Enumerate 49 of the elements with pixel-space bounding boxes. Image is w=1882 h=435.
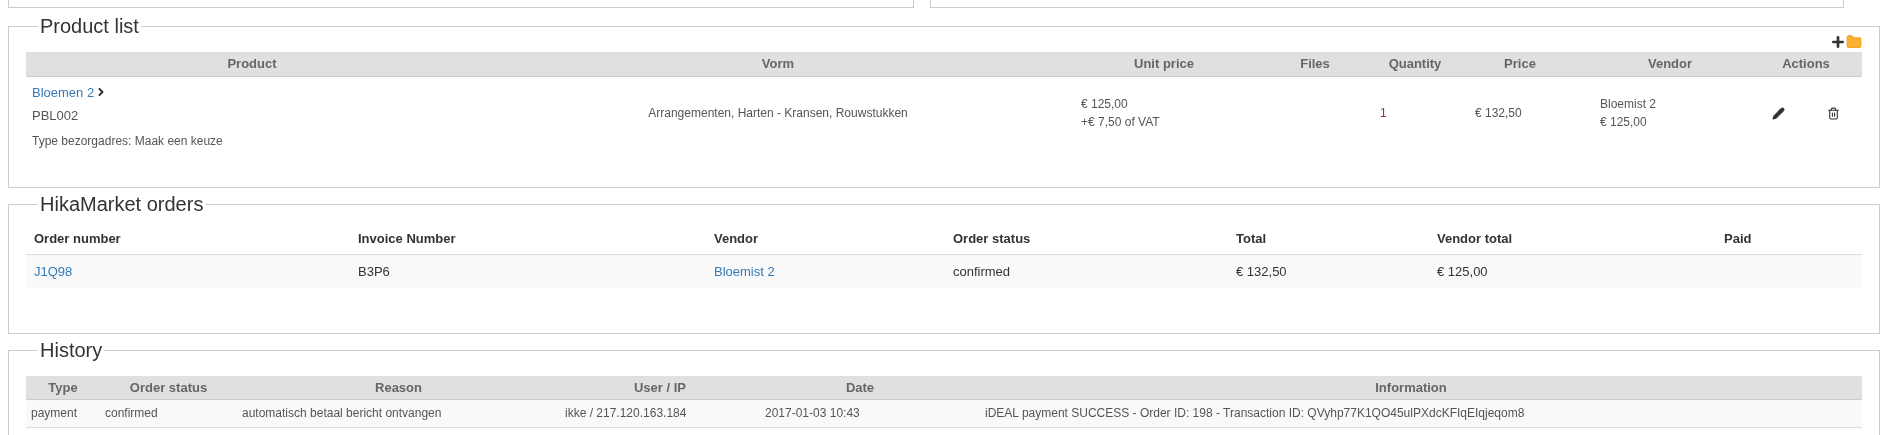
column-header: Reason [237, 376, 560, 399]
column-header: Vendor total [1429, 224, 1716, 254]
table-cell: iDEAL payment SUCCESS - Order ID: 198 - Transaction ID: QVyhp77K1QO45ulPXdcKFIqEIqjeqom8 [985, 406, 1525, 421]
product-code: PBL002 [32, 107, 80, 125]
column-header: Vendor [706, 224, 945, 254]
table-cell: payment [31, 406, 78, 421]
table-cell: confirmed [105, 406, 158, 421]
column-header: Price [1450, 52, 1590, 76]
table-cell: Arrangementen, Harten - Kransen, Rouwstukken [648, 106, 908, 121]
column-header: Total [1228, 224, 1429, 254]
table-cell: automatisch betaal bericht ontvangen [242, 406, 442, 421]
section-title: HikaMarket orders [39, 192, 205, 216]
column-header: Type [26, 376, 100, 399]
column-header: Order number [26, 224, 350, 254]
column-header: Order status [945, 224, 1228, 254]
delivery-type: Type bezorgadres: Maak een keuze [32, 132, 224, 150]
column-header: Files [1250, 52, 1380, 76]
table-cell: € 132,50 [1236, 263, 1287, 279]
column-header: Unit price [1078, 52, 1250, 76]
product-link[interactable]: Bloemen 2 [32, 82, 95, 102]
price: € 132,50 [1475, 106, 1522, 121]
column-header: Paid [1716, 224, 1862, 254]
column-header: Order status [100, 376, 237, 399]
table-cell: ikke / 217.120.163.184 [565, 406, 687, 421]
vat-amount: +€ 7,50 of VAT [1081, 114, 1161, 131]
column-header: Product [26, 52, 478, 76]
edit-icon[interactable] [1772, 106, 1785, 120]
table-cell: € 125,00 [1437, 263, 1488, 279]
quantity: 1 [1380, 106, 1387, 121]
section-title: Product list [39, 14, 140, 38]
column-header: Invoice Number [350, 224, 706, 254]
add-icon[interactable] [1830, 34, 1846, 50]
vendor-link[interactable]: Bloemist 2 [714, 263, 775, 279]
table-cell: 2017-01-03 10:43 [765, 406, 860, 421]
section-title: History [39, 338, 104, 362]
column-header: Vorm [478, 52, 1078, 76]
vendor-price: € 125,00 [1600, 114, 1648, 131]
column-header: Information [960, 376, 1862, 399]
delete-icon[interactable] [1827, 106, 1840, 120]
column-header: Date [760, 376, 960, 399]
table-cell: B3P6 [358, 263, 390, 279]
column-header: Quantity [1380, 52, 1450, 76]
vendor-name: Bloemist 2 [1600, 96, 1658, 113]
table-cell: confirmed [953, 263, 1011, 279]
column-header: Actions [1750, 52, 1862, 76]
column-header: User / IP [560, 376, 760, 399]
unit-price: € 125,00 [1081, 96, 1129, 113]
order-link[interactable]: J1Q98 [34, 263, 73, 279]
column-header: Vendor [1590, 52, 1750, 76]
